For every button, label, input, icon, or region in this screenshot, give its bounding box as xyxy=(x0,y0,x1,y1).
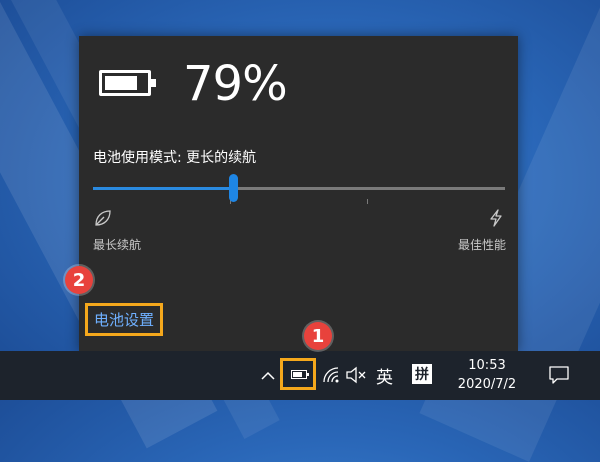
power-mode-label: 电池使用模式: 更长的续航 xyxy=(93,150,257,166)
volume-muted-icon[interactable] xyxy=(345,366,367,384)
clock-date: 2020/7/2 xyxy=(457,377,517,392)
lightning-icon xyxy=(490,209,502,227)
slider-thumb[interactable] xyxy=(229,174,239,202)
slider-tick xyxy=(367,199,368,204)
notification-icon[interactable] xyxy=(548,365,570,385)
best-battery-label: 最长续航 xyxy=(93,238,142,252)
best-performance-label: 最佳性能 xyxy=(457,238,506,252)
slider-fill xyxy=(93,187,234,190)
taskbar: 英 拼 10:53 2020/7/2 xyxy=(0,351,600,400)
callout-badge-2: 2 xyxy=(65,266,93,294)
battery-nub xyxy=(151,79,156,87)
power-mode-slider[interactable] xyxy=(93,174,505,204)
battery-level-fill xyxy=(105,76,137,90)
battery-icon xyxy=(99,70,156,96)
best-performance-end: 最佳性能 xyxy=(458,208,506,253)
battery-settings-link[interactable]: 电池设置 xyxy=(85,303,164,336)
ime-mode-indicator[interactable]: 拼 xyxy=(412,364,432,384)
taskbar-battery-button[interactable] xyxy=(280,358,316,390)
leaf-icon xyxy=(95,210,111,226)
battery-nub xyxy=(307,373,309,376)
battery-percentage: 79% xyxy=(183,56,288,112)
battery-flyout: 79% 电池使用模式: 更长的续航 最长续航 最佳性能 电池设置 xyxy=(79,36,518,352)
battery-level-fill xyxy=(293,372,303,377)
best-battery-end: 最长续航 xyxy=(93,208,141,253)
clock-time: 10:53 xyxy=(468,358,506,373)
chevron-up-icon[interactable] xyxy=(258,366,278,386)
battery-icon xyxy=(291,370,309,379)
wifi-icon[interactable] xyxy=(322,366,340,384)
language-indicator[interactable]: 英 xyxy=(376,363,393,388)
clock[interactable]: 10:53 2020/7/2 xyxy=(447,356,527,394)
callout-badge-1: 1 xyxy=(304,322,332,350)
